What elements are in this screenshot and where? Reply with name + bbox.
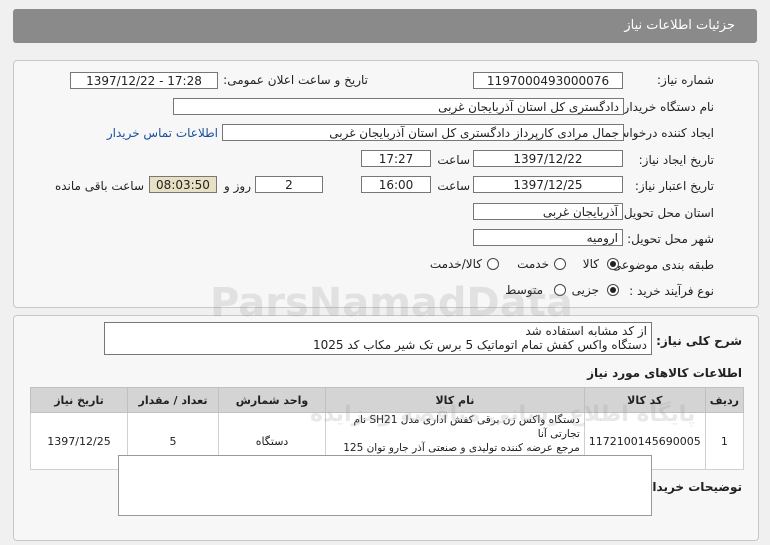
description-box: از کد مشابه استفاده شد دستگاه واکس کفش ت… <box>104 322 652 355</box>
col-name-header: نام کالا <box>325 387 585 413</box>
category-goods-radio[interactable] <box>607 258 619 270</box>
announce-label: تاریخ و ساعت اعلان عمومی: <box>223 73 368 87</box>
description-line-2: دستگاه واکس کفش تمام اتوماتیک 5 برس تک ش… <box>313 338 647 352</box>
page-header: جزئیات اطلاعات نیاز <box>13 9 757 43</box>
valid-date-field: 1397/12/25 <box>473 176 623 193</box>
process-minor-label: جزیی <box>571 283 599 297</box>
valid-date-label: تاریخ اعتبار نیاز: <box>634 179 714 193</box>
cell-date: 1397/12/25 <box>30 412 128 470</box>
category-goods-service-label: کالا/خدمت <box>429 257 482 271</box>
goods-section-title: اطلاعات کالاهای مورد نیاز <box>587 366 742 380</box>
days-label: روز و <box>224 179 251 193</box>
buyer-label: نام دستگاه خریدار: <box>619 100 715 114</box>
need-number-label: شماره نیاز: <box>657 73 714 87</box>
buyer-notes-box <box>118 455 652 516</box>
process-medium-radio[interactable] <box>554 284 566 296</box>
announce-field: 1397/12/22 - 17:28 <box>70 72 218 89</box>
cell-name-line-1: دستگاه واکس زن برقی کفش اداری مدل SH21 ن… <box>353 414 580 440</box>
col-date-header: تاریخ نیاز <box>30 387 128 413</box>
category-goods-label: کالا <box>582 257 599 271</box>
create-time-field: 17:27 <box>361 150 431 167</box>
city-field: ارومیه <box>473 229 623 246</box>
col-qty-header: تعداد / مقدار <box>127 387 219 413</box>
city-label: شهر محل تحویل: <box>627 232 714 246</box>
remaining-time-field: 08:03:50 <box>149 176 217 193</box>
category-service-label: خدمت <box>517 257 549 271</box>
province-field: آذربایجان غربی <box>473 203 623 220</box>
category-service-radio[interactable] <box>554 258 566 270</box>
buyer-contact-link[interactable]: اطلاعات تماس خریدار <box>107 126 218 140</box>
col-code-header: کد کالا <box>583 387 706 413</box>
days-field: 2 <box>255 176 323 193</box>
process-label: نوع فرآیند خرید : <box>629 284 714 298</box>
col-unit-header: واحد شمارش <box>218 387 326 413</box>
valid-time-label: ساعت <box>437 179 470 193</box>
need-number-field: 1197000493000076 <box>473 72 623 89</box>
cell-index: 1 <box>704 412 745 470</box>
process-minor-radio[interactable] <box>607 284 619 296</box>
category-goods-service-radio[interactable] <box>487 258 499 270</box>
create-date-field: 1397/12/22 <box>473 150 623 167</box>
description-line-1: از کد مشابه استفاده شد <box>525 324 647 338</box>
valid-time-field: 16:00 <box>361 176 431 193</box>
requester-field: جمال مرادی کارپرداز دادگستری کل استان آذ… <box>222 124 624 141</box>
buyer-field: دادگستری کل استان آذربایجان غربی <box>173 98 624 115</box>
province-label: استان محل تحویل: <box>619 206 714 220</box>
process-medium-label: متوسط <box>505 283 543 297</box>
category-label: طبقه بندی موضوعی: <box>607 258 714 272</box>
buyer-notes-label: توضیحات خریدار: <box>640 480 742 494</box>
description-label: شرح کلی نیاز: <box>656 334 742 348</box>
create-date-label: تاریخ ایجاد نیاز: <box>638 153 714 167</box>
col-index-header: ردیف <box>704 387 745 413</box>
goods-table-header: تاریخ نیاز تعداد / مقدار واحد شمارش نام … <box>30 387 745 413</box>
remaining-label: ساعت باقی مانده <box>54 179 144 193</box>
page-title: جزئیات اطلاعات نیاز <box>624 18 735 33</box>
create-time-label: ساعت <box>437 153 470 167</box>
